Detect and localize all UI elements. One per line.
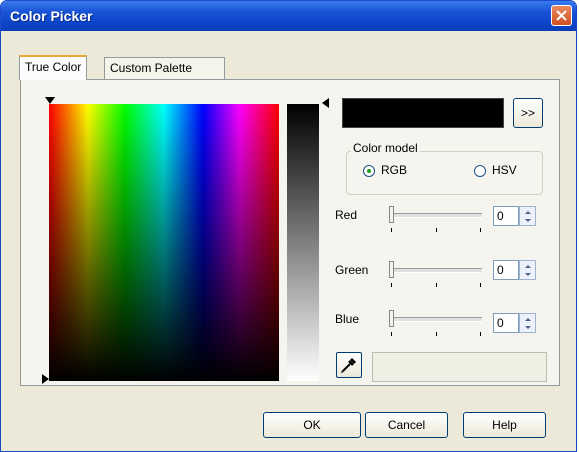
red-label: Red <box>335 208 358 222</box>
red-tick <box>480 228 481 232</box>
blue-value-input[interactable]: 0 <box>493 313 519 333</box>
hsv-radio-label[interactable]: HSV <box>492 163 517 177</box>
eyedropper-icon <box>340 358 356 374</box>
blue-slider-track[interactable] <box>390 317 482 322</box>
window-title: Color Picker <box>10 8 93 24</box>
title-bar[interactable]: Color Picker <box>1 1 576 31</box>
spin-up-icon[interactable] <box>525 318 531 321</box>
spin-down-icon[interactable] <box>525 273 531 276</box>
tab-true-color[interactable]: True Color <box>19 55 88 80</box>
eyedropper-button[interactable] <box>336 352 362 378</box>
blue-tick <box>480 332 481 336</box>
luminance-bar[interactable] <box>287 104 319 381</box>
blue-label: Blue <box>335 312 360 326</box>
saturation-marker[interactable] <box>42 374 49 384</box>
blue-tick <box>436 332 437 336</box>
cancel-button[interactable]: Cancel <box>365 412 448 438</box>
red-spinner[interactable] <box>519 206 536 226</box>
color-picker-dialog: Color Picker True Color Custom Palette >… <box>0 0 577 452</box>
close-icon <box>556 10 567 21</box>
luminance-marker[interactable] <box>322 98 329 108</box>
color-model-label: Color model <box>351 141 420 155</box>
red-value-input[interactable]: 0 <box>493 206 519 226</box>
color-preview <box>342 98 504 128</box>
green-tick <box>391 283 392 287</box>
color-spectrum[interactable] <box>49 104 279 381</box>
blue-tick <box>391 332 392 336</box>
hue-marker[interactable] <box>45 97 55 104</box>
red-tick <box>391 228 392 232</box>
green-slider-track[interactable] <box>390 268 482 273</box>
blue-slider-thumb[interactable] <box>389 310 394 327</box>
expand-button[interactable]: >> <box>513 98 543 128</box>
spin-up-icon[interactable] <box>525 265 531 268</box>
close-button[interactable] <box>551 5 572 26</box>
spin-down-icon[interactable] <box>525 219 531 222</box>
green-label: Green <box>335 263 369 277</box>
hsv-radio[interactable] <box>474 165 486 177</box>
help-button[interactable]: Help <box>463 412 546 438</box>
green-slider-thumb[interactable] <box>389 261 394 278</box>
rgb-radio[interactable] <box>363 165 375 177</box>
red-slider-thumb[interactable] <box>389 206 394 223</box>
spin-down-icon[interactable] <box>525 326 531 329</box>
green-tick <box>480 283 481 287</box>
green-value-input[interactable]: 0 <box>493 260 519 280</box>
tab-custom-palette[interactable]: Custom Palette <box>104 57 225 79</box>
green-tick <box>436 283 437 287</box>
green-spinner[interactable] <box>519 260 536 280</box>
red-tick <box>436 228 437 232</box>
color-value-field <box>372 352 547 382</box>
rgb-radio-label[interactable]: RGB <box>381 163 407 177</box>
ok-button[interactable]: OK <box>263 412 361 438</box>
spin-up-icon[interactable] <box>525 211 531 214</box>
blue-spinner[interactable] <box>519 313 536 333</box>
red-slider-track[interactable] <box>390 213 482 218</box>
